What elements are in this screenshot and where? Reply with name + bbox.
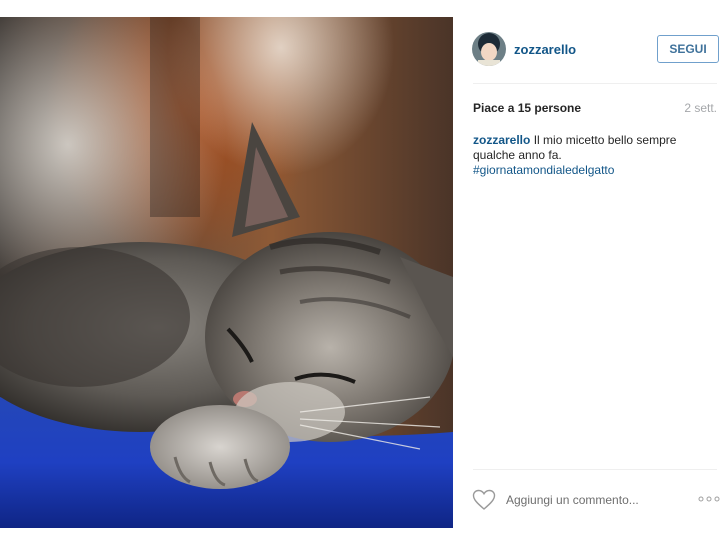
post-footer — [453, 483, 725, 517]
kitten-photo-image — [0, 17, 453, 528]
post-photo[interactable] — [0, 17, 453, 528]
post-caption: zozzarello Il mio micetto bello sempre q… — [473, 133, 713, 178]
footer-divider — [473, 469, 717, 470]
avatar[interactable] — [472, 32, 506, 66]
caption-username[interactable]: zozzarello — [473, 133, 530, 147]
post-header: zozzarello SEGUI — [453, 17, 725, 83]
post-modal: zozzarello SEGUI Piace a 15 persone 2 se… — [0, 17, 725, 528]
follow-button[interactable]: SEGUI — [657, 35, 719, 63]
likes-count[interactable]: Piace a 15 persone — [473, 101, 581, 115]
caption-hashtag[interactable]: #giornatamondialedelgatto — [473, 163, 614, 177]
header-divider — [473, 83, 717, 84]
post-timestamp[interactable]: 2 sett. — [684, 101, 717, 115]
header-username[interactable]: zozzarello — [514, 42, 576, 57]
avatar-image — [472, 32, 506, 66]
more-options-icon[interactable] — [697, 491, 721, 507]
post-sidebar: zozzarello SEGUI Piace a 15 persone 2 se… — [453, 17, 725, 528]
heart-icon[interactable] — [472, 489, 496, 511]
comment-input[interactable] — [506, 489, 686, 511]
